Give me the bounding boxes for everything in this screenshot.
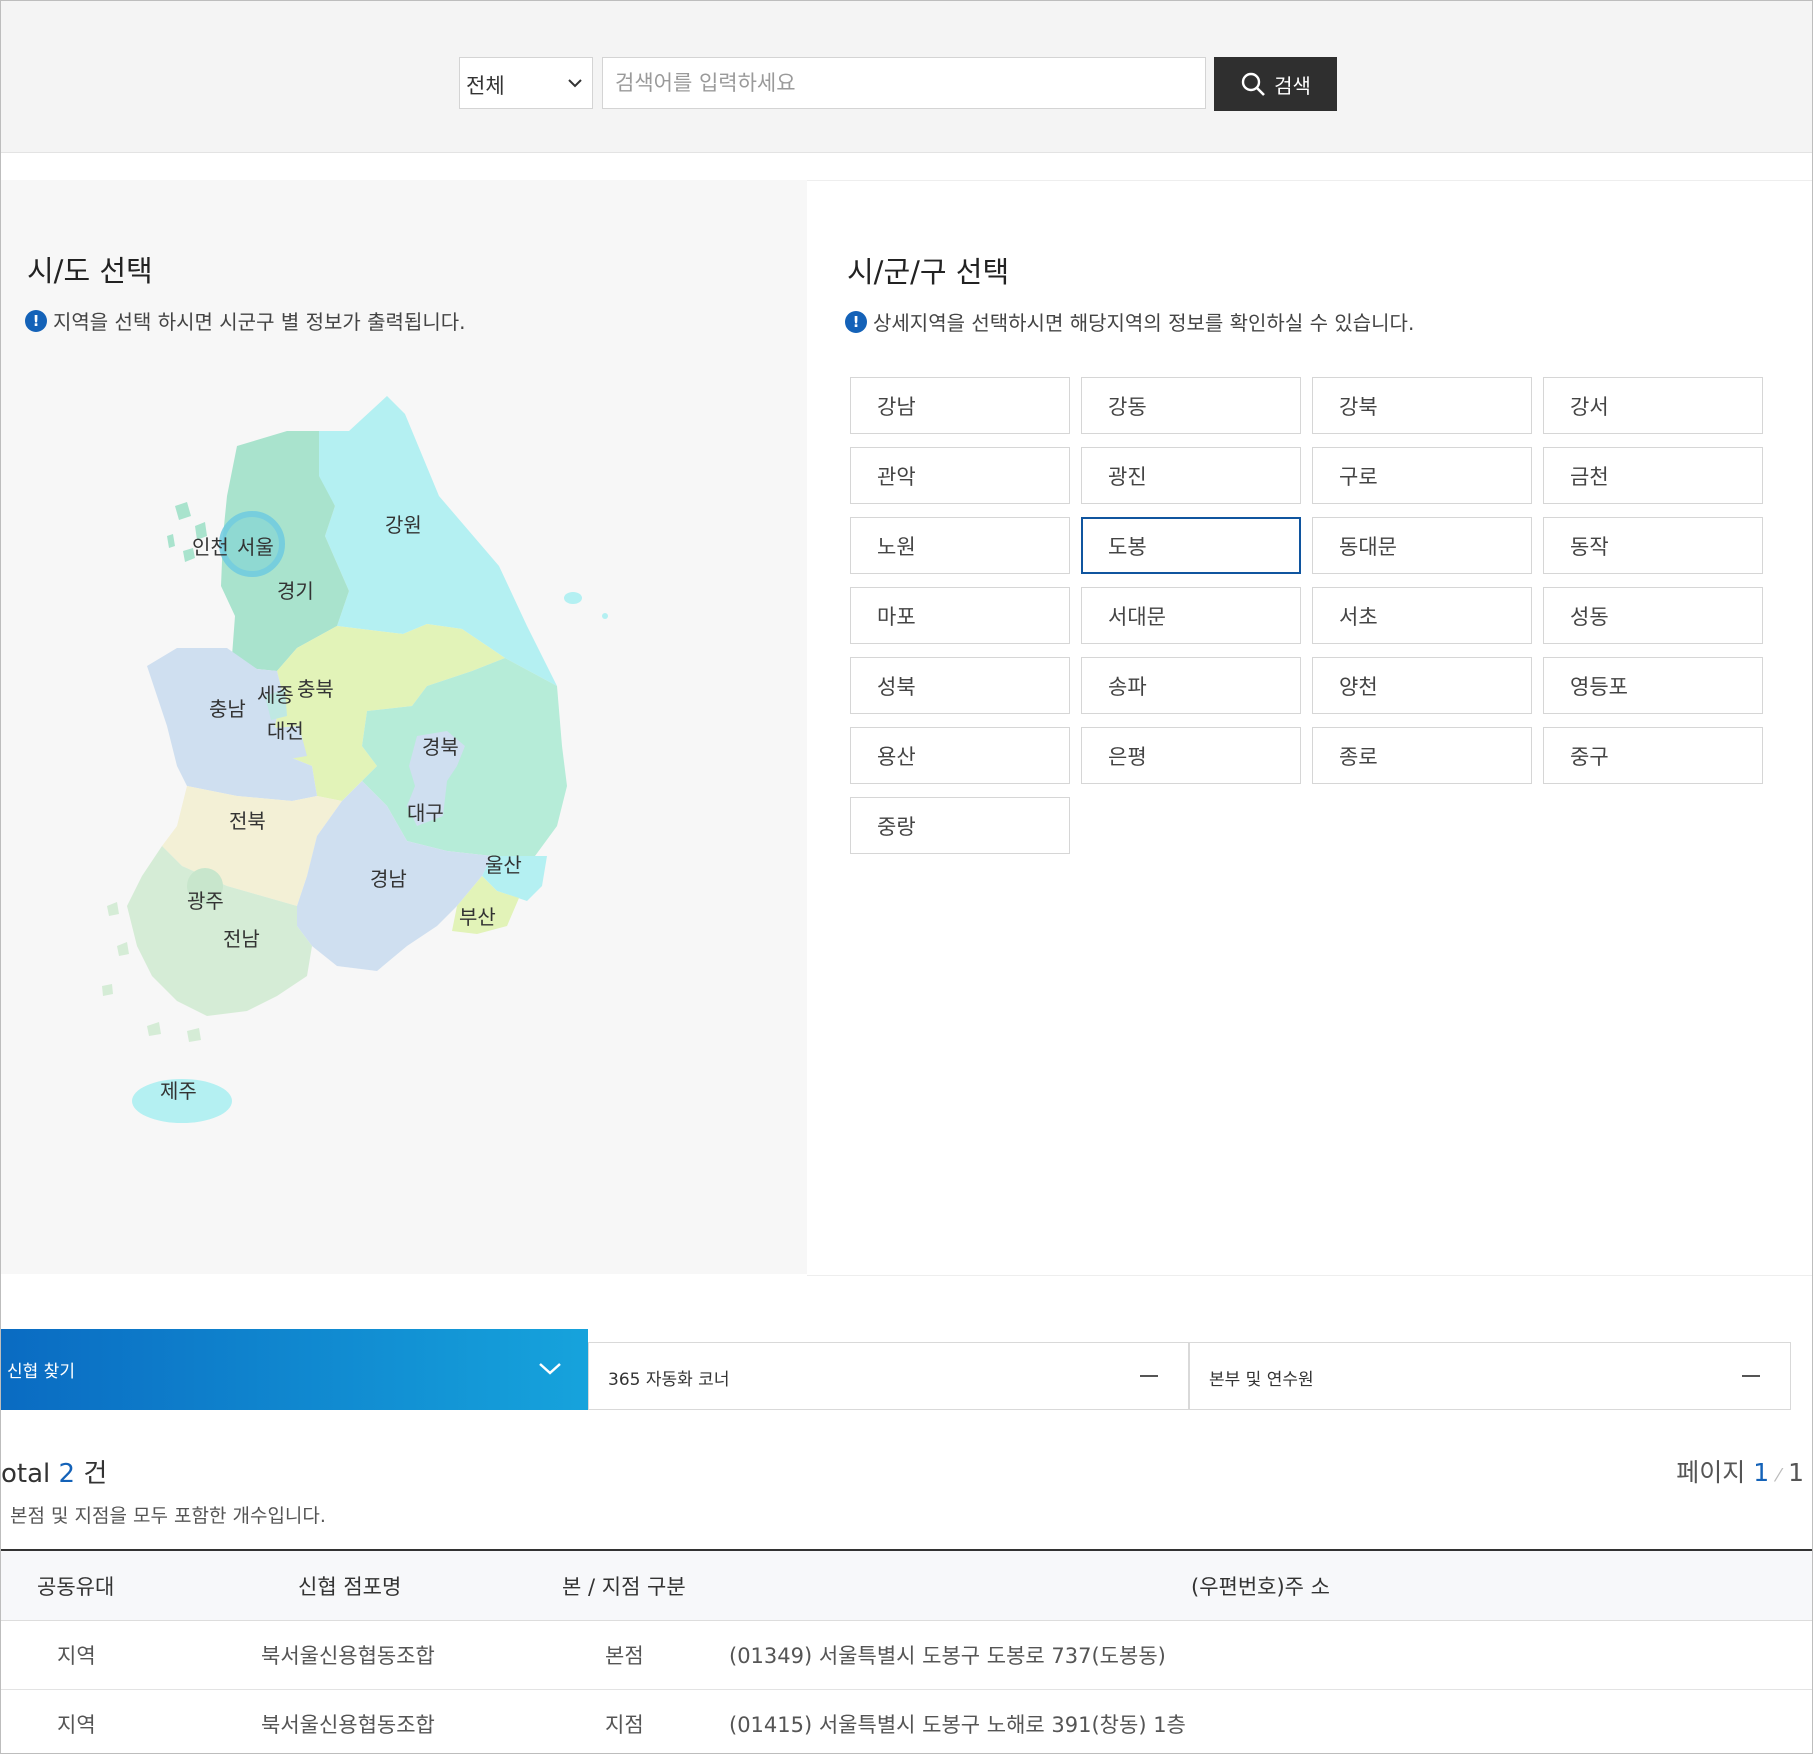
table-header: 공동유대 신협 점포명 본 / 지점 구분 (우편번호)주 소 — [1, 1549, 1812, 1621]
header-kind: 본 / 지점 구분 — [562, 1574, 686, 1599]
total-count: otal 2 건 — [1, 1453, 107, 1490]
header-address: (우편번호)주 소 — [1191, 1574, 1330, 1599]
map-label-daejeon: 대전 — [267, 719, 304, 743]
map-label-chungnam: 충남 — [209, 697, 246, 721]
sigungu-note: ! 상세지역을 선택하시면 해당지역의 정보를 확인하실 수 있습니다. — [845, 307, 1414, 336]
page-total: 1 — [1788, 1458, 1804, 1487]
page-separator: ⁄ — [1777, 1465, 1781, 1486]
search-icon — [1241, 72, 1266, 96]
page-label: 페이지 — [1676, 1458, 1746, 1487]
cell-name: 북서울신용협동조합 — [261, 1644, 435, 1668]
search-button-label: 검색 — [1274, 73, 1311, 98]
page: 전체 검색 시/도 선택 ! 지역을 선택 하시면 시군구 별 정보가 출력됩니… — [0, 0, 1813, 1754]
tab-find-shinhyup[interactable]: 신협 찾기 — [1, 1329, 588, 1410]
page-current: 1 — [1753, 1458, 1770, 1487]
search-bar: 전체 검색 — [1, 1, 1812, 153]
district-button-gangnam[interactable]: 강남 — [850, 377, 1070, 434]
district-button-seongbuk[interactable]: 성북 — [850, 657, 1070, 714]
district-button-gwangjin[interactable]: 광진 — [1081, 447, 1301, 504]
district-button-gangseo[interactable]: 강서 — [1543, 377, 1763, 434]
district-button-guro[interactable]: 구로 — [1312, 447, 1532, 504]
district-button-dongjak[interactable]: 동작 — [1543, 517, 1763, 574]
sigungu-note-text: 상세지역을 선택하시면 해당지역의 정보를 확인하실 수 있습니다. — [873, 311, 1415, 335]
district-button-nowon[interactable]: 노원 — [850, 517, 1070, 574]
search-input[interactable] — [602, 57, 1206, 109]
map-label-jeonbuk: 전북 — [229, 809, 266, 833]
district-button-gangbuk[interactable]: 강북 — [1312, 377, 1532, 434]
header-name: 신협 점포명 — [298, 1574, 402, 1599]
map-label-incheon: 인천 — [192, 535, 229, 559]
district-button-dobong[interactable]: 도봉 — [1081, 517, 1301, 574]
sigungu-title: 시/군/구 선택 — [847, 255, 1010, 289]
search-button[interactable]: 검색 — [1214, 57, 1337, 111]
map-label-gyeongbuk: 경북 — [422, 735, 459, 759]
tab-365-corner[interactable]: 365 자동화 코너 — [588, 1342, 1189, 1410]
total-unit: 건 — [83, 1459, 108, 1489]
sido-title: 시/도 선택 — [27, 254, 153, 288]
minus-icon — [1140, 1375, 1158, 1377]
map-label-jeju: 제주 — [160, 1079, 197, 1103]
cell-address: (01415) 서울특별시 도봉구 노해로 391(창동) 1층 — [729, 1713, 1186, 1737]
map-label-seoul: 서울 — [237, 535, 274, 559]
district-button-jongno[interactable]: 종로 — [1312, 727, 1532, 784]
chevron-down-icon — [539, 1363, 561, 1375]
district-button-mapo[interactable]: 마포 — [850, 587, 1070, 644]
map-label-sejong: 세종 — [257, 683, 294, 707]
total-number: 2 — [58, 1459, 76, 1489]
map-label-gyeongnam: 경남 — [370, 867, 407, 891]
district-button-gwanak[interactable]: 관악 — [850, 447, 1070, 504]
search-scope-select[interactable]: 전체 — [459, 57, 593, 109]
table-row[interactable]: 지역 북서울신용협동조합 본점 (01349) 서울특별시 도봉구 도봉로 73… — [1, 1621, 1812, 1690]
district-button-songpa[interactable]: 송파 — [1081, 657, 1301, 714]
cell-address: (01349) 서울특별시 도봉구 도봉로 737(도봉동) — [729, 1644, 1166, 1668]
search-scope-value: 전체 — [466, 74, 505, 98]
map-label-chungbuk: 충북 — [297, 677, 334, 701]
district-button-seocho[interactable]: 서초 — [1312, 587, 1532, 644]
district-button-geumcheon[interactable]: 금천 — [1543, 447, 1763, 504]
tab-hq-training-label: 본부 및 연수원 — [1209, 1370, 1314, 1390]
district-button-yeongdeungpo[interactable]: 영등포 — [1543, 657, 1763, 714]
cell-type: 지역 — [57, 1713, 96, 1737]
district-button-yongsan[interactable]: 용산 — [850, 727, 1070, 784]
map-label-jeonnam: 전남 — [223, 927, 260, 951]
map-label-gwangju: 광주 — [187, 889, 224, 913]
district-button-yangcheon[interactable]: 양천 — [1312, 657, 1532, 714]
cell-kind: 지점 — [605, 1713, 644, 1737]
island-ulleung — [564, 592, 582, 604]
district-button-seongdong[interactable]: 성동 — [1543, 587, 1763, 644]
map-label-gangwon: 강원 — [385, 513, 422, 537]
info-icon: ! — [845, 310, 867, 333]
tab-365-corner-label: 365 자동화 코너 — [608, 1370, 730, 1390]
map-label-daegu: 대구 — [407, 801, 444, 825]
district-button-gangdong[interactable]: 강동 — [1081, 377, 1301, 434]
map-label-ulsan: 울산 — [485, 853, 522, 877]
page-indicator: 페이지 1 ⁄ 1 — [1676, 1453, 1804, 1489]
total-prefix: otal — [1, 1459, 51, 1489]
map-label-busan: 부산 — [459, 905, 496, 929]
header-type: 공동유대 — [37, 1574, 115, 1599]
sido-note-text: 지역을 선택 하시면 시군구 별 정보가 출력됩니다. — [53, 310, 466, 334]
district-button-eunpyeong[interactable]: 은평 — [1081, 727, 1301, 784]
minus-icon — [1742, 1375, 1760, 1377]
table-row[interactable]: 지역 북서울신용협동조합 지점 (01415) 서울특별시 도봉구 노해로 39… — [1, 1690, 1812, 1753]
island-dokdo — [602, 613, 608, 619]
district-button-dongdaemun[interactable]: 동대문 — [1312, 517, 1532, 574]
district-button-junggu[interactable]: 중구 — [1543, 727, 1763, 784]
total-note: 본점 및 지점을 모두 포함한 개수입니다. — [10, 1505, 326, 1527]
tab-hq-training[interactable]: 본부 및 연수원 — [1189, 1342, 1791, 1410]
tab-find-shinhyup-label: 신협 찾기 — [7, 1362, 75, 1382]
cell-name: 북서울신용협동조합 — [261, 1713, 435, 1737]
chevron-down-icon — [568, 79, 582, 88]
korea-map: 인천 서울 경기 강원 충남 세종 충북 대전 경북 대구 전북 울산 경남 부… — [102, 396, 608, 1123]
district-grid: 강남 강동 강북 강서 관악 광진 구로 금천 노원 도봉 동대문 동작 마포 … — [850, 377, 1768, 854]
district-button-seodaemun[interactable]: 서대문 — [1081, 587, 1301, 644]
cell-type: 지역 — [57, 1644, 96, 1668]
map-label-gyeonggi: 경기 — [277, 579, 314, 603]
sido-note: ! 지역을 선택 하시면 시군구 별 정보가 출력됩니다. — [25, 306, 466, 335]
district-button-jungnang[interactable]: 중랑 — [850, 797, 1070, 854]
info-icon: ! — [25, 309, 47, 332]
results-table: 공동유대 신협 점포명 본 / 지점 구분 (우편번호)주 소 지역 북서울신용… — [1, 1549, 1812, 1753]
cell-kind: 본점 — [605, 1644, 644, 1668]
